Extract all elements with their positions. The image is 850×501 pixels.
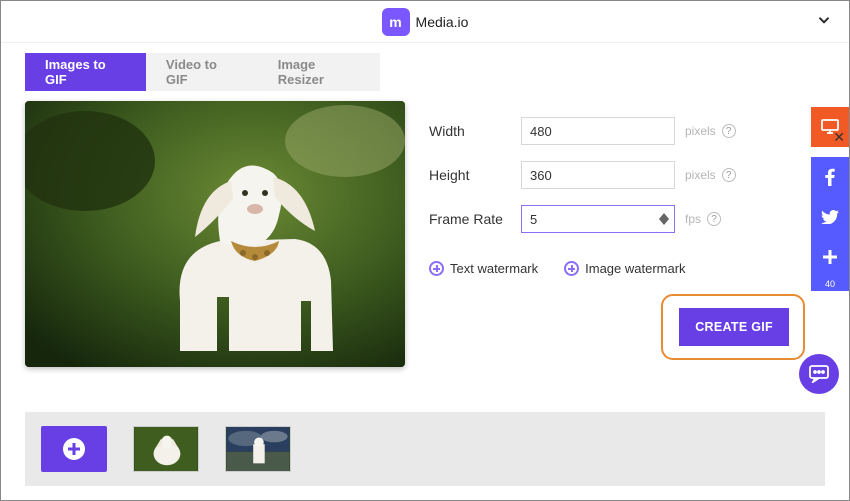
image-watermark-label: Image watermark bbox=[585, 261, 685, 276]
brand-name: Media.io bbox=[416, 14, 469, 30]
preview-image bbox=[25, 101, 405, 367]
field-height-row: Height pixels ? bbox=[429, 153, 805, 197]
thumbnail[interactable] bbox=[225, 426, 291, 472]
add-text-watermark[interactable]: Text watermark bbox=[429, 261, 538, 276]
thumbnail-strip bbox=[25, 412, 825, 486]
close-icon[interactable]: ✕ bbox=[833, 129, 845, 146]
brand: m Media.io bbox=[382, 8, 469, 36]
share-count: 40 bbox=[811, 277, 849, 291]
stepper-icon[interactable] bbox=[659, 213, 669, 225]
chat-fab[interactable] bbox=[799, 354, 839, 394]
field-width-row: Width pixels ? bbox=[429, 109, 805, 153]
watermark-row: Text watermark Image watermark bbox=[429, 261, 805, 276]
height-label: Height bbox=[429, 167, 521, 183]
twitter-icon[interactable] bbox=[811, 197, 849, 237]
share-more-icon[interactable] bbox=[811, 237, 849, 277]
cta-highlight: CREATE GIF bbox=[661, 294, 805, 360]
create-gif-button[interactable]: CREATE GIF bbox=[679, 308, 789, 346]
text-watermark-label: Text watermark bbox=[450, 261, 538, 276]
tabs: Images to GIF Video to GIF Image Resizer bbox=[25, 53, 380, 91]
help-icon[interactable]: ? bbox=[722, 124, 736, 138]
brand-logo-letter: m bbox=[389, 14, 401, 30]
help-icon[interactable]: ? bbox=[722, 168, 736, 182]
width-label: Width bbox=[429, 123, 521, 139]
brand-logo: m bbox=[382, 8, 410, 36]
tab-video-to-gif[interactable]: Video to GIF bbox=[146, 53, 258, 91]
add-image-watermark[interactable]: Image watermark bbox=[564, 261, 685, 276]
framerate-label: Frame Rate bbox=[429, 211, 521, 227]
field-framerate-row: Frame Rate fps ? bbox=[429, 197, 805, 241]
chevron-down-icon[interactable] bbox=[815, 11, 833, 29]
plus-icon bbox=[63, 438, 85, 460]
tab-images-to-gif[interactable]: Images to GIF bbox=[25, 53, 146, 91]
main: Images to GIF Video to GIF Image Resizer bbox=[1, 43, 849, 367]
editor-panel: Width pixels ? Height pixels ? Frame Rat… bbox=[25, 101, 825, 367]
framerate-input[interactable] bbox=[521, 205, 675, 233]
height-unit: pixels bbox=[685, 168, 716, 182]
add-image-button[interactable] bbox=[41, 426, 107, 472]
facebook-icon[interactable] bbox=[811, 157, 849, 197]
help-icon[interactable]: ? bbox=[707, 212, 721, 226]
tab-image-resizer[interactable]: Image Resizer bbox=[258, 53, 380, 91]
thumbnail[interactable] bbox=[133, 426, 199, 472]
framerate-unit: fps bbox=[685, 212, 701, 226]
controls: Width pixels ? Height pixels ? Frame Rat… bbox=[429, 101, 825, 367]
plus-icon bbox=[564, 261, 579, 276]
width-unit: pixels bbox=[685, 124, 716, 138]
plus-icon bbox=[429, 261, 444, 276]
width-input[interactable] bbox=[521, 117, 675, 145]
header: m Media.io bbox=[1, 1, 849, 43]
height-input[interactable] bbox=[521, 161, 675, 189]
